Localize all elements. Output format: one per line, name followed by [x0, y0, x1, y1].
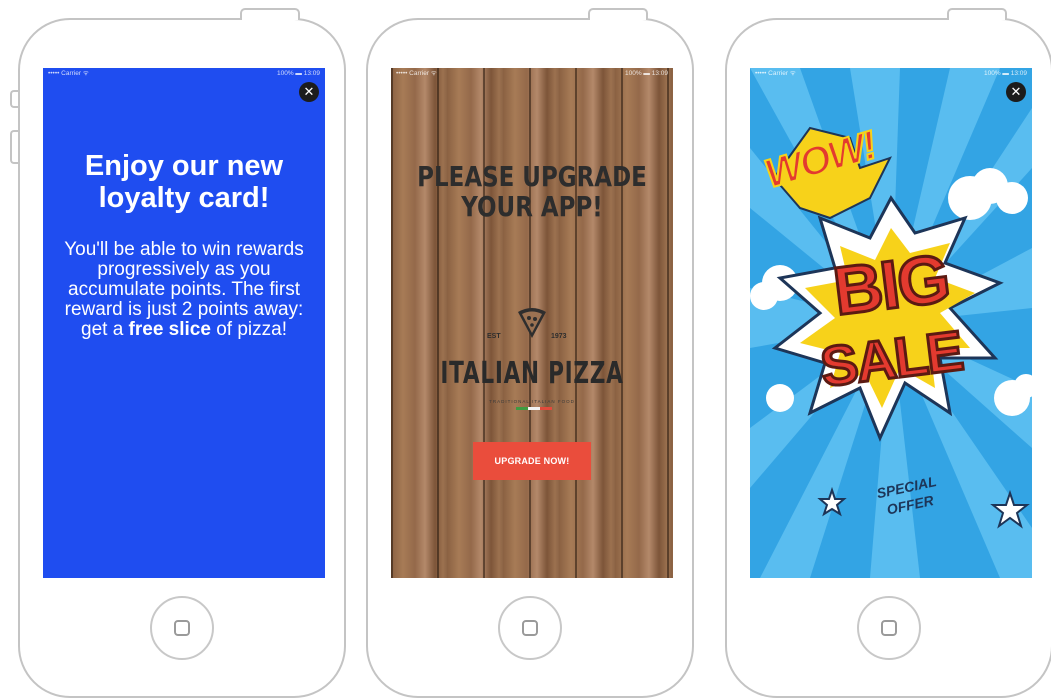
italian-flag-stripe	[516, 407, 552, 410]
carrier-label: ••••• Carrier ᯤ	[755, 70, 796, 77]
phone-top-tab	[588, 8, 648, 20]
home-square-icon	[522, 620, 538, 636]
pizza-slice-icon	[518, 308, 546, 338]
logo-brand-text: ITALIAN PIZZA	[440, 356, 624, 391]
status-bar: ••••• Carrier ᯤ 100% ▬ 13:09	[391, 68, 673, 80]
status-bar: ••••• Carrier ᯤ 100% ▬ 13:09	[750, 68, 1032, 80]
phone-frame-1: ••••• Carrier ᯤ 100% ▬ 13:09 ✕ Enjoy our…	[10, 8, 346, 698]
phone-frame-3: ••••• Carrier ᯤ 100% ▬ 13:09 ✕ WOW! BIG …	[725, 8, 1051, 698]
phone-side-button	[10, 130, 18, 164]
home-button[interactable]	[150, 596, 214, 660]
carrier-label: ••••• Carrier ᯤ	[396, 70, 437, 77]
phone-frame-2: ••••• Carrier ᯤ 100% ▬ 13:09 PLEASE UPGR…	[366, 8, 694, 698]
battery-time-label: 100% ▬ 13:09	[624, 70, 668, 77]
loyalty-body: You'll be able to win rewards progressiv…	[57, 240, 311, 340]
phone-top-tab	[947, 8, 1007, 20]
upgrade-now-button[interactable]: UPGRADE NOW!	[473, 442, 591, 480]
logo-year-label: 1973	[551, 333, 567, 340]
battery-time-label: 100% ▬ 13:09	[276, 70, 320, 77]
loyalty-card-screen: ••••• Carrier ᯤ 100% ▬ 13:09 ✕ Enjoy our…	[43, 68, 325, 578]
close-icon[interactable]: ✕	[299, 82, 319, 102]
upgrade-title-line1: PLEASE UPGRADE	[417, 160, 647, 193]
logo-tagline: TRADITIONAL ITALIAN FOOD	[489, 399, 575, 404]
flag-white	[528, 407, 540, 410]
phone-top-tab	[240, 8, 300, 20]
loyalty-body-highlight: free slice	[128, 319, 211, 340]
upgrade-title: PLEASE UPGRADE YOUR APP!	[416, 162, 647, 222]
upgrade-app-screen: ••••• Carrier ᯤ 100% ▬ 13:09 PLEASE UPGR…	[391, 68, 673, 578]
logo-est-label: EST	[487, 333, 501, 340]
italian-pizza-logo: EST 1973 ITALIAN PIZZA TRADITIONAL ITALI…	[391, 306, 673, 436]
home-button[interactable]	[857, 596, 921, 660]
flag-red	[540, 407, 552, 410]
home-button[interactable]	[498, 596, 562, 660]
status-bar: ••••• Carrier ᯤ 100% ▬ 13:09	[43, 68, 325, 80]
close-icon[interactable]: ✕	[1006, 82, 1026, 102]
battery-time-label: 100% ▬ 13:09	[983, 70, 1027, 77]
loyalty-title: Enjoy our new loyalty card!	[84, 150, 284, 214]
flag-green	[516, 407, 528, 410]
home-square-icon	[174, 620, 190, 636]
big-sale-screen: ••••• Carrier ᯤ 100% ▬ 13:09 ✕ WOW! BIG …	[750, 68, 1032, 578]
upgrade-title-line2: YOUR APP!	[461, 190, 603, 223]
loyalty-body-text-end: of pizza!	[210, 319, 287, 340]
home-square-icon	[881, 620, 897, 636]
carrier-label: ••••• Carrier ᯤ	[48, 70, 89, 77]
phone-side-button	[10, 90, 18, 108]
